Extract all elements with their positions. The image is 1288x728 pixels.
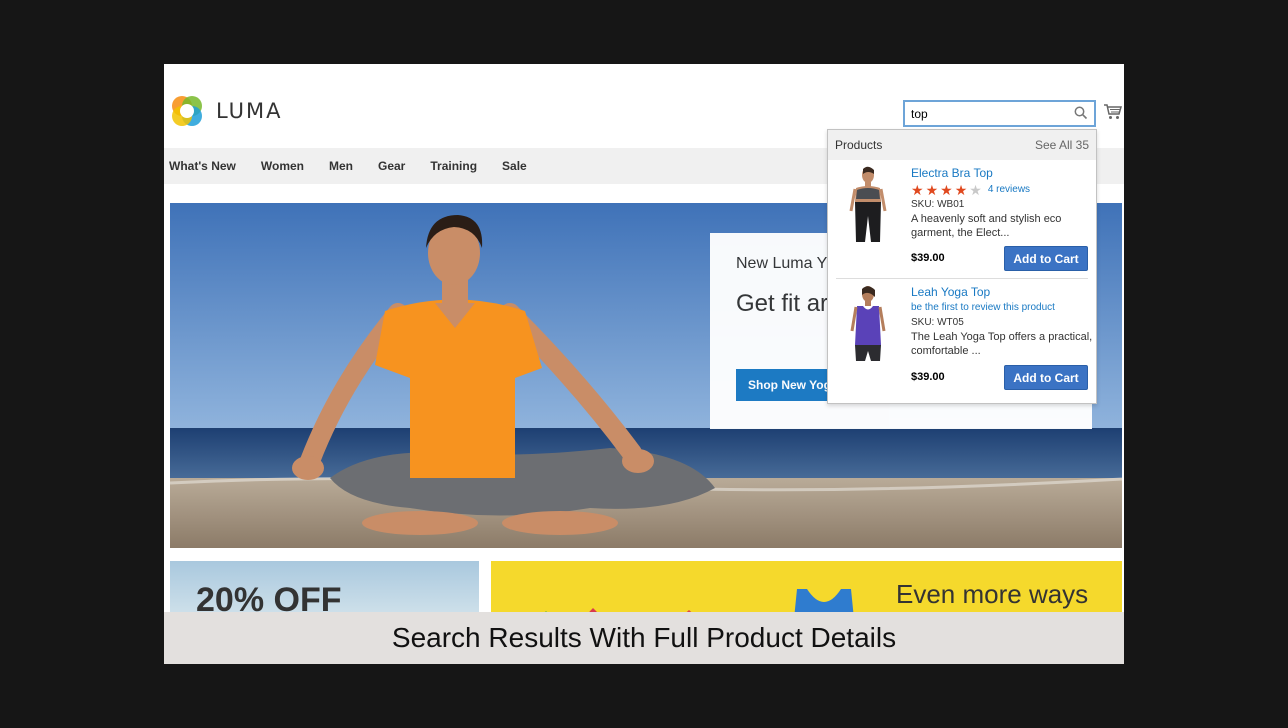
reviews-link[interactable]: 4 reviews [988,183,1030,197]
review-prompt-link[interactable]: be the first to review this product [911,300,1096,316]
product-price: $39.00 [911,371,945,383]
autocomplete-header: Products See All 35 [828,130,1096,160]
autocomplete-product[interactable]: Leah Yoga Top be the first to review thi… [836,278,1092,396]
luma-logo[interactable]: LUMA [170,94,283,128]
star-icon: ★ [925,182,939,198]
product-sku: SKU: WB01 [911,199,965,210]
brand-name: LUMA [216,99,283,123]
nav-item-gear[interactable]: Gear [378,159,405,173]
search-icon[interactable] [1074,106,1088,120]
product-thumbnail[interactable] [846,166,890,244]
autocomplete-heading: Products [835,138,883,152]
cart-icon[interactable] [1104,104,1122,120]
product-description: The Leah Yoga Top offers a practical, co… [911,331,1093,357]
product-price: $39.00 [911,252,945,264]
product-sku: SKU: WT05 [911,317,964,328]
search-input[interactable] [905,102,1065,125]
product-thumbnail[interactable] [846,285,890,363]
star-icon: ★ [969,182,982,198]
see-all-link[interactable]: See All 35 [1035,138,1089,152]
nav-item-women[interactable]: Women [261,159,304,173]
caption-bar: Search Results With Full Product Details [164,612,1124,664]
nav-item-sale[interactable]: Sale [502,159,527,173]
search-autocomplete: Products See All 35 Electra Bra Top ★ ★ … [827,129,1097,404]
star-icon: ★ [954,182,968,198]
autocomplete-product[interactable]: Electra Bra Top ★ ★ ★ ★ ★ 4 reviews SKU:… [836,160,1088,278]
product-info: Leah Yoga Top be the first to review thi… [911,284,1096,358]
promo-more-ways-text: Even more ways [896,579,1089,609]
product-name-link[interactable]: Electra Bra Top [911,165,1096,181]
luma-logo-icon [172,96,202,126]
nav-item-whats-new[interactable]: What's New [169,159,236,173]
add-to-cart-button[interactable]: Add to Cart [1004,246,1088,271]
product-info: Electra Bra Top ★ ★ ★ ★ ★ 4 reviews SKU:… [911,165,1096,240]
nav-item-men[interactable]: Men [329,159,353,173]
add-to-cart-button[interactable]: Add to Cart [1004,365,1088,390]
nav-item-training[interactable]: Training [430,159,477,173]
search-field[interactable] [903,100,1096,127]
star-icon: ★ [911,182,924,198]
storefront-screenshot: LUMA What's New Women Men Gear Training … [164,64,1124,664]
product-name-link[interactable]: Leah Yoga Top [911,284,1096,300]
star-icon: ★ [940,182,953,198]
product-rating: ★ ★ ★ ★ ★ 4 reviews [911,182,1096,198]
product-description: A heavenly soft and stylish eco garment,… [911,213,1062,239]
